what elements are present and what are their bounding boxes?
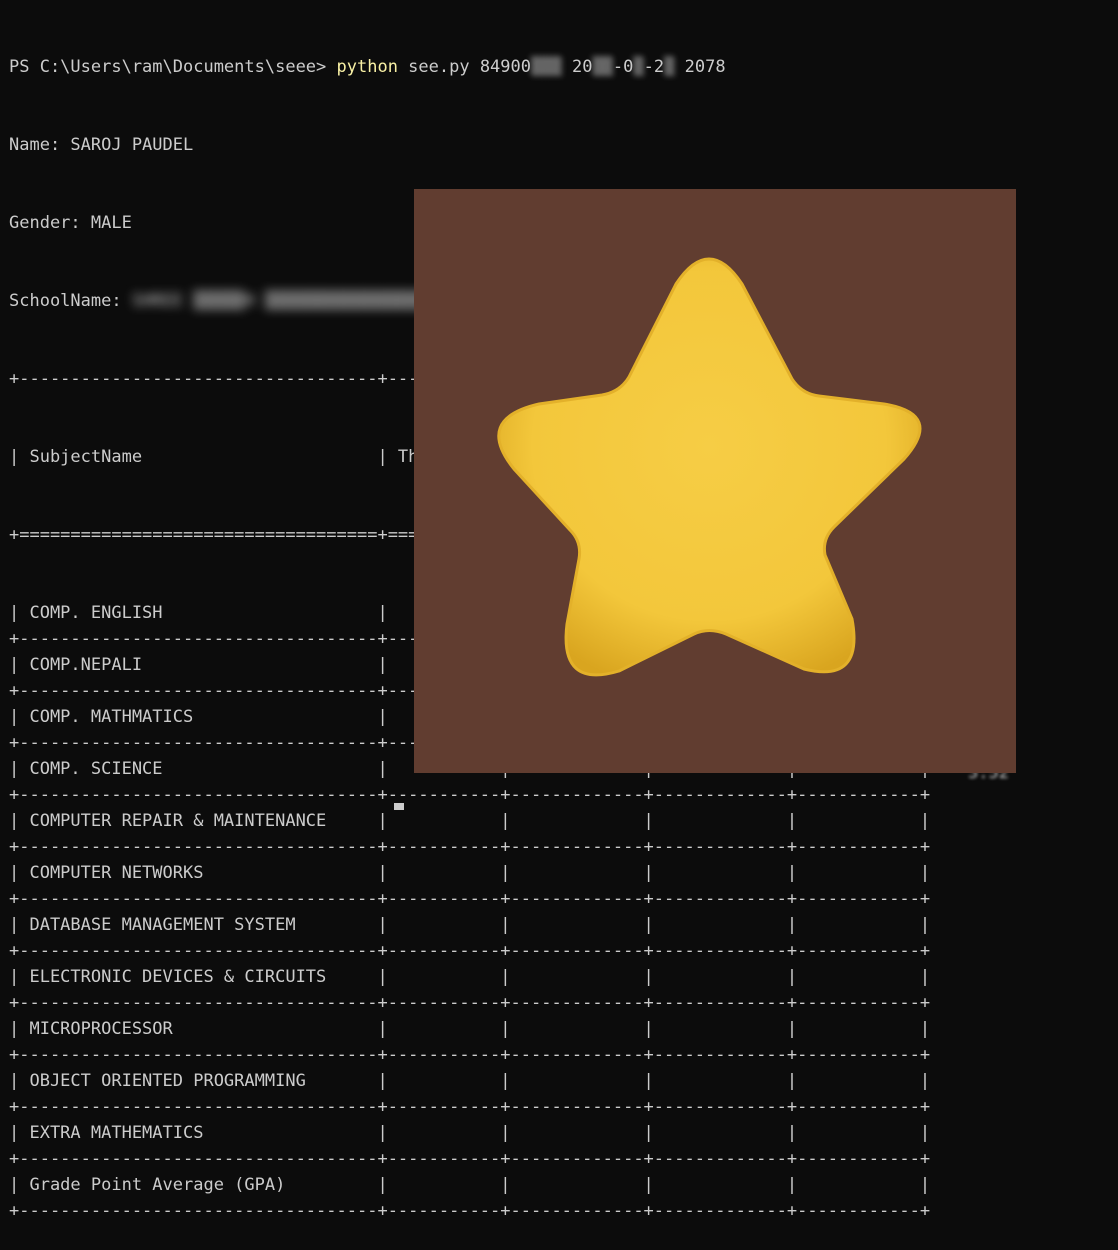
command-args: -0: [612, 57, 634, 77]
command-line: PS C:\Users\ram\Documents\seee> python s…: [9, 54, 930, 80]
table-row: | MICROPROCESSOR | | | | |: [9, 1019, 931, 1039]
command-args: 2078: [674, 57, 726, 77]
table-row: | EXTRA MATHEMATICS | | | | |: [9, 1123, 931, 1143]
table-row: | OBJECT ORIENTED PROGRAMMING | | | | |: [9, 1071, 931, 1091]
table-border: +-----------------------------------+---…: [9, 785, 931, 805]
table-border: +-----------------------------------+---…: [9, 889, 931, 909]
command-args: 20: [561, 57, 593, 77]
table-row: | COMPUTER REPAIR & MAINTENANCE | | | | …: [9, 811, 931, 831]
table-row: | ELECTRONIC DEVICES & CIRCUITS | | | | …: [9, 967, 931, 987]
table-border: +-----------------------------------+---…: [9, 1097, 931, 1117]
school-label: SchoolName:: [9, 291, 132, 311]
table-row: | DATABASE MANAGEMENT SYSTEM | | | | |: [9, 915, 931, 935]
student-name: Name: SAROJ PAUDEL: [9, 135, 194, 155]
redacted-args: ▒▒: [592, 57, 613, 77]
redacted-args: ▒: [664, 57, 675, 77]
table-row: | COMPUTER NETWORKS | | | | |: [9, 863, 931, 883]
table-border: +-----------------------------------+---…: [9, 1201, 931, 1221]
command-word: python: [336, 57, 398, 77]
table-border: +-----------------------------------+---…: [9, 1045, 931, 1065]
table-row: | Grade Point Average (GPA) | | | | |: [9, 1175, 931, 1195]
school-redacted: SHREE ▒▒▒▒▒H ▒▒▒▒▒▒▒▒▒▒▒▒▒▒▒▒▒▒A: [131, 291, 460, 311]
redacted-args: ▒▒▒: [531, 57, 562, 77]
table-border: +-----------------------------------+---…: [9, 941, 931, 961]
table-border: +-----------------------------------+---…: [9, 1149, 931, 1169]
prompt-path: PS C:\Users\ram\Documents\seee>: [9, 57, 337, 77]
command-args: see.py 84900: [397, 57, 531, 77]
table-border: +-----------------------------------+---…: [9, 837, 931, 857]
star-icon: [497, 257, 922, 677]
star-overlay: [414, 189, 1016, 773]
redacted-args: ▒: [633, 57, 644, 77]
table-border: +-----------------------------------+---…: [9, 993, 931, 1013]
terminal-cursor: [394, 803, 404, 810]
command-args: -2: [643, 57, 665, 77]
